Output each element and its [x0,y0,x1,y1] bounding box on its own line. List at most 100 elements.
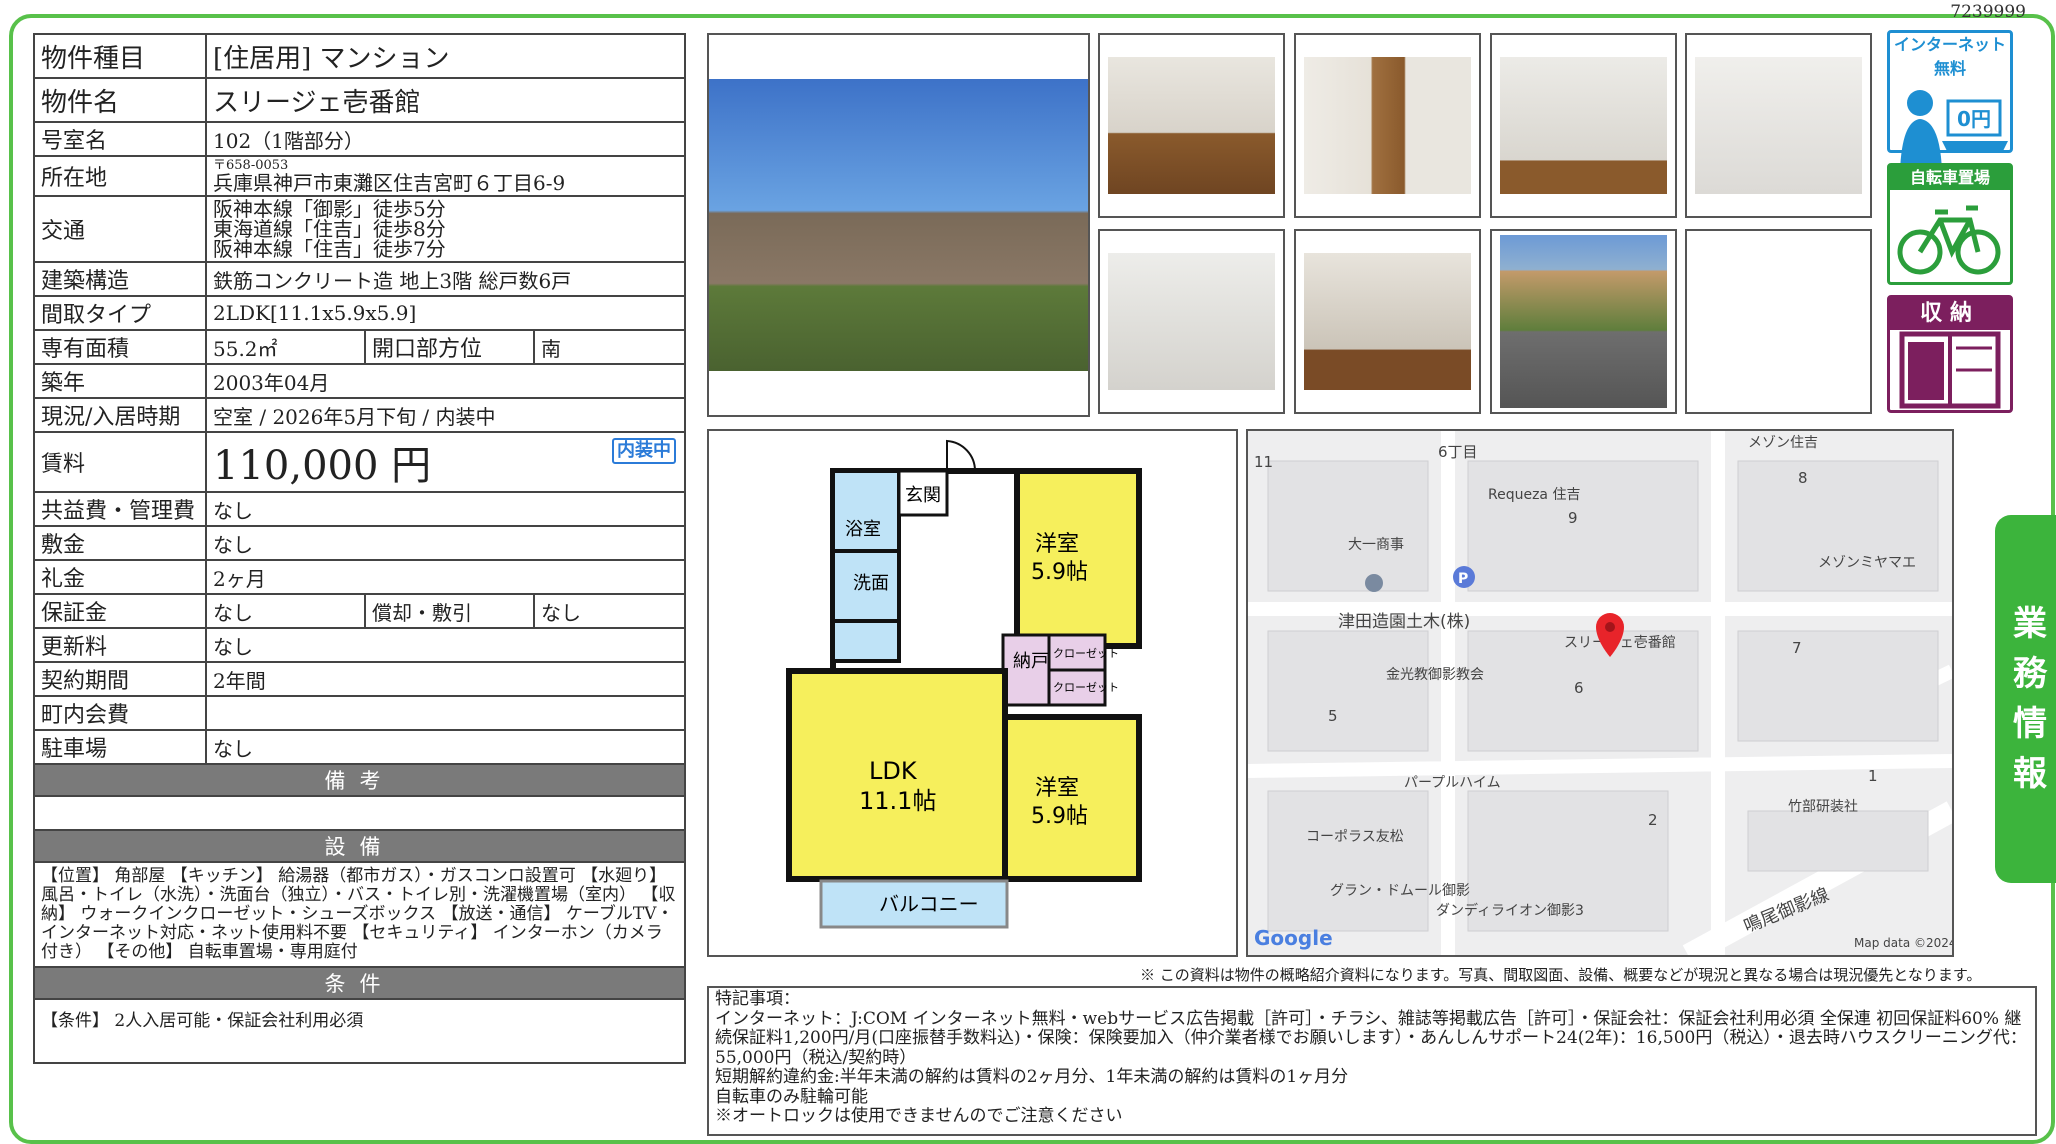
storage-icon: 収納 [1887,295,2013,413]
bathroom-photo[interactable] [1098,229,1285,414]
status-label: 現況/入居時期 [33,397,207,433]
layout-value: 2LDK[11.1x5.9x5.9] [205,295,686,331]
deposit-label: 敷金 [33,525,207,561]
approach-photo[interactable] [1490,229,1677,414]
map-label-church: 金光教御影教会 [1386,667,1484,683]
plan-nando: 納戸 [1013,651,1049,672]
layout-label: 間取タイプ [33,295,207,331]
empty-photo-slot [1685,229,1872,414]
map-num-9: 9 [1568,509,1578,527]
transport-line: 阪神本線「御影」徒歩5分 [213,197,446,221]
map-drawing: 11 8 9 7 6 5 1 2 6丁目 メゾン住吉 Requeza 住吉 大一… [1248,431,1952,955]
business-info-tab[interactable]: 業 務 情 報 [1995,515,2056,883]
internet-free-title: インターネット無料 [1893,35,2006,78]
address-value: 兵庫県神戸市東灘区住吉宮町６丁目6-9 [213,171,566,195]
map-label-grand: グラン・ドムール御影 [1330,883,1470,899]
sidetab-char: 情 [2013,704,2047,744]
conditions-header: 条件 [33,966,686,1000]
plan-west2-size: 5.9帖 [1031,804,1088,829]
amort-label: 償却・敷引 [364,593,535,629]
status-value: 空室 / 2026年5月下旬 / 内装中 [205,397,686,433]
plan-west1-size: 5.9帖 [1031,560,1088,585]
parking-value: なし [205,729,686,765]
area-label: 専有面積 [33,329,207,365]
notes-line: 短期解約違約金:半年未満の解約は賃料の2ヶ月分、1年未満の解約は賃料の1ヶ月分 [715,1067,1349,1087]
plan-closet2: クローゼット [1053,681,1119,694]
map-label-chome: 6丁目 [1438,443,1478,461]
bedroom-photo[interactable] [1294,33,1481,218]
map-label-corpus: コーポラス友松 [1306,829,1404,845]
notes-line: 自転車のみ駐輪可能 [715,1086,868,1107]
location-map[interactable]: 11 8 9 7 6 5 1 2 6丁目 メゾン住吉 Requeza 住吉 大一… [1246,429,1954,957]
plan-genkan: 玄関 [905,485,941,506]
area-value: 55.2㎡ [205,329,366,365]
name-label: 物件名 [33,77,207,123]
google-logo: Google [1254,926,1333,950]
map-label-dandelion: ダンディライオン御影3 [1436,902,1584,919]
map-label-maison-miyamae: メゾンミヤマエ [1818,555,1916,571]
map-num-6: 6 [1574,679,1584,697]
assoc-label: 町内会費 [33,695,207,731]
equipment-text: 【位置】 角部屋 【キッチン】 給湯器（都市ガス）・ガスコンロ設置可 【水廻り】… [33,861,686,968]
map-label-maison-sumiyoshi: メゾン住吉 [1748,435,1818,451]
parking-label: 駐車場 [33,729,207,765]
renewal-label: 更新料 [33,627,207,663]
plan-west2-name: 洋室 [1035,776,1079,801]
plan-ldk-size: 11.1帖 [859,787,936,815]
structure-value: 鉄筋コンクリート造 地上3階 総戸数6戸 [205,261,686,297]
renovating-badge: 内装中 [612,438,676,464]
document-id: 7239999 [1950,2,2026,22]
map-num-11: 11 [1254,453,1273,471]
map-num-5: 5 [1328,707,1338,725]
transport-label: 交通 [33,195,207,263]
map-label-requeza: Requeza 住吉 [1488,487,1580,503]
built-value: 2003年04月 [205,363,686,399]
floor-plan[interactable]: 浴室 玄関 洗面 洋室 5.9帖 納戸 クローゼット クローゼット LDK 11… [707,429,1238,957]
address-label: 所在地 [33,155,207,197]
plan-bath: 浴室 [845,519,881,540]
transport-line: 東海道線「住吉」徒歩8分 [213,217,446,241]
person-laptop-icon: 0円 [1900,90,2008,171]
deposit-value: なし [205,525,686,561]
sidetab-char: 報 [2013,754,2047,794]
fee-value: なし [205,491,686,527]
entrance-photo[interactable] [1490,33,1677,218]
plan-west1-name: 洋室 [1035,532,1079,557]
guarantee-label: 保証金 [33,593,207,629]
built-label: 築年 [33,363,207,399]
name-value: スリージェ壱番館 [205,77,686,123]
facing-value: 南 [533,329,686,365]
map-num-1: 1 [1868,767,1878,785]
notes-title: 特記事項： [715,989,800,1009]
remarks-body [33,795,686,831]
living-room-photo[interactable] [1098,33,1285,218]
sidetab-char: 業 [2013,604,2047,644]
internet-free-icon: インターネット無料 0円 [1887,30,2013,171]
bicycle-parking-icon: 自転車置場 [1887,163,2013,285]
rent-cell: 110,000 円 内装中 [205,431,686,493]
place-pin-icon [1365,574,1383,592]
remarks-header: 備考 [33,763,686,797]
map-num-7: 7 [1792,639,1802,657]
plan-ldk-name: LDK [869,757,918,785]
map-label-purple: パープルハイム [1404,775,1501,791]
rent-label: 賃料 [33,431,207,493]
exterior-photo[interactable] [707,33,1090,417]
rent-value: 110,000 円 [213,443,432,489]
bicycle-icon [1897,205,2001,275]
transport-line: 阪神本線「住吉」徒歩7分 [213,237,446,261]
term-value: 2年間 [205,661,686,697]
property-info-table: 物件種目 [住居用] マンション 物件名 スリージェ壱番館 号室名 102（1階部分）… [33,33,686,1064]
facing-label: 開口部方位 [364,329,535,365]
washroom-photo[interactable] [1685,33,1872,218]
structure-label: 建築構造 [33,261,207,297]
map-num-8: 8 [1798,469,1808,487]
closet-photo[interactable] [1294,229,1481,414]
floor-plan-drawing: 浴室 玄関 洗面 洋室 5.9帖 納戸 クローゼット クローゼット LDK 11… [786,439,1142,929]
closet-icon [1899,331,2001,409]
keymoney-value: 2ヶ月 [205,559,686,595]
address-cell: 〒658-0053 兵庫県神戸市東灘区住吉宮町６丁目6-9 [205,155,686,197]
room-label: 号室名 [33,121,207,157]
map-copyright: Map data ©2024 [1854,936,1952,950]
assoc-value [205,695,686,731]
